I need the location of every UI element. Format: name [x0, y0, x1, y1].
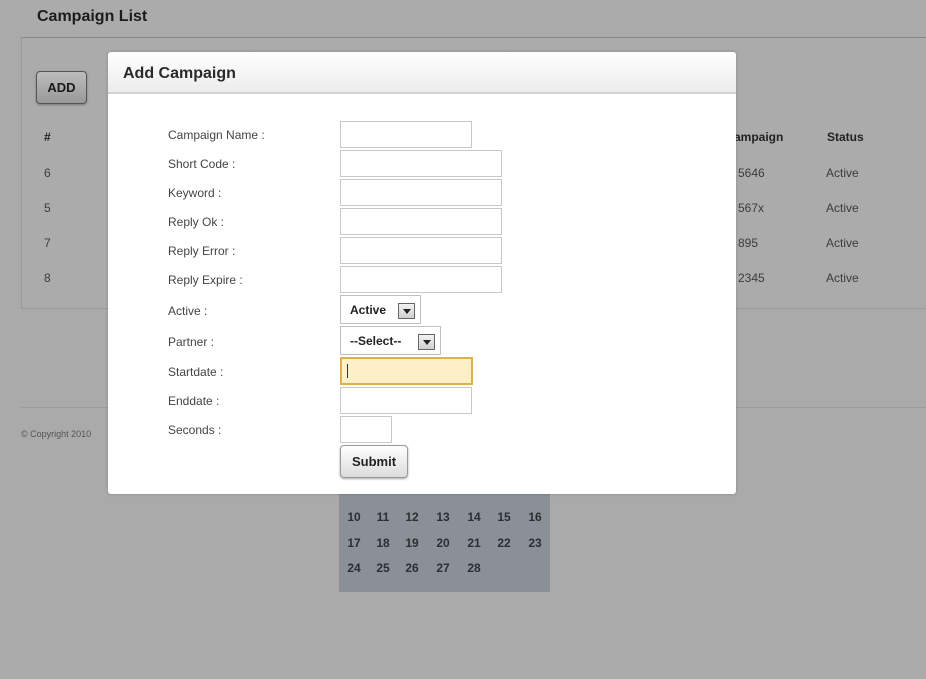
reply-expire-input[interactable] — [340, 266, 502, 293]
date-picker-calendar: 10 11 12 13 14 15 16 17 18 19 20 21 22 2… — [339, 493, 550, 592]
reply-ok-label: Reply Ok : — [168, 215, 225, 229]
partner-select[interactable]: --Select-- — [340, 326, 441, 355]
column-header-campaign: ampaign — [734, 130, 784, 144]
calendar-day[interactable]: 21 — [459, 536, 489, 550]
keyword-label: Keyword : — [168, 186, 222, 200]
reply-ok-input[interactable] — [340, 208, 502, 235]
calendar-day[interactable]: 16 — [520, 510, 550, 524]
row-id: 6 — [44, 166, 51, 180]
calendar-day[interactable]: 19 — [397, 536, 427, 550]
row-campaign: 567x — [738, 201, 765, 215]
campaign-name-label: Campaign Name : — [168, 128, 265, 142]
seconds-input[interactable] — [340, 416, 392, 443]
row-campaign: 895 — [738, 236, 759, 250]
calendar-day[interactable]: 18 — [368, 536, 398, 550]
startdate-label: Startdate : — [168, 365, 224, 379]
row-status: Active — [826, 236, 859, 250]
calendar-day[interactable]: 13 — [428, 510, 458, 524]
chevron-down-icon[interactable] — [398, 303, 415, 319]
add-button[interactable]: ADD — [36, 71, 87, 104]
calendar-day[interactable]: 15 — [489, 510, 519, 524]
enddate-input[interactable] — [340, 387, 472, 414]
submit-button[interactable]: Submit — [340, 445, 408, 478]
calendar-day[interactable]: 17 — [339, 536, 369, 550]
text-caret — [347, 364, 348, 378]
footer-copyright: © Copyright 2010 — [21, 429, 92, 439]
active-select[interactable]: Active — [340, 295, 421, 324]
row-campaign: 2345 — [738, 271, 765, 285]
calendar-day[interactable]: 28 — [459, 561, 489, 575]
row-status: Active — [826, 201, 859, 215]
column-header-id: # — [44, 130, 51, 144]
partner-select-value: --Select-- — [350, 334, 402, 348]
add-campaign-dialog: Add Campaign Campaign Name : Short Code … — [108, 52, 736, 494]
row-id: 5 — [44, 201, 51, 215]
dialog-title: Add Campaign — [123, 65, 236, 82]
page-title: Campaign List — [37, 8, 148, 25]
row-id: 8 — [44, 271, 51, 285]
calendar-day[interactable]: 11 — [368, 510, 398, 524]
campaign-name-input[interactable] — [340, 121, 472, 148]
reply-expire-label: Reply Expire : — [168, 273, 243, 287]
reply-error-input[interactable] — [340, 237, 502, 264]
row-status: Active — [826, 271, 859, 285]
short-code-input[interactable] — [340, 150, 502, 177]
page-header: Campaign List — [21, 0, 926, 38]
calendar-day[interactable]: 25 — [368, 561, 398, 575]
calendar-day[interactable]: 20 — [428, 536, 458, 550]
active-label: Active : — [168, 304, 208, 318]
calendar-day[interactable]: 27 — [428, 561, 458, 575]
keyword-input[interactable] — [340, 179, 502, 206]
calendar-day[interactable]: 24 — [339, 561, 369, 575]
reply-error-label: Reply Error : — [168, 244, 236, 258]
chevron-down-icon[interactable] — [418, 334, 435, 350]
calendar-day[interactable]: 22 — [489, 536, 519, 550]
startdate-input[interactable] — [340, 357, 473, 385]
calendar-day[interactable]: 14 — [459, 510, 489, 524]
calendar-day[interactable]: 12 — [397, 510, 427, 524]
row-campaign: 5646 — [738, 166, 765, 180]
partner-label: Partner : — [168, 335, 215, 349]
active-select-value: Active — [350, 303, 387, 317]
row-status: Active — [826, 166, 859, 180]
calendar-day[interactable]: 10 — [339, 510, 369, 524]
row-id: 7 — [44, 236, 51, 250]
dialog-header: Add Campaign — [108, 52, 736, 94]
calendar-day[interactable]: 26 — [397, 561, 427, 575]
enddate-label: Enddate : — [168, 394, 220, 408]
short-code-label: Short Code : — [168, 157, 236, 171]
calendar-day[interactable]: 23 — [520, 536, 550, 550]
seconds-label: Seconds : — [168, 423, 222, 437]
column-header-status: Status — [827, 130, 864, 144]
